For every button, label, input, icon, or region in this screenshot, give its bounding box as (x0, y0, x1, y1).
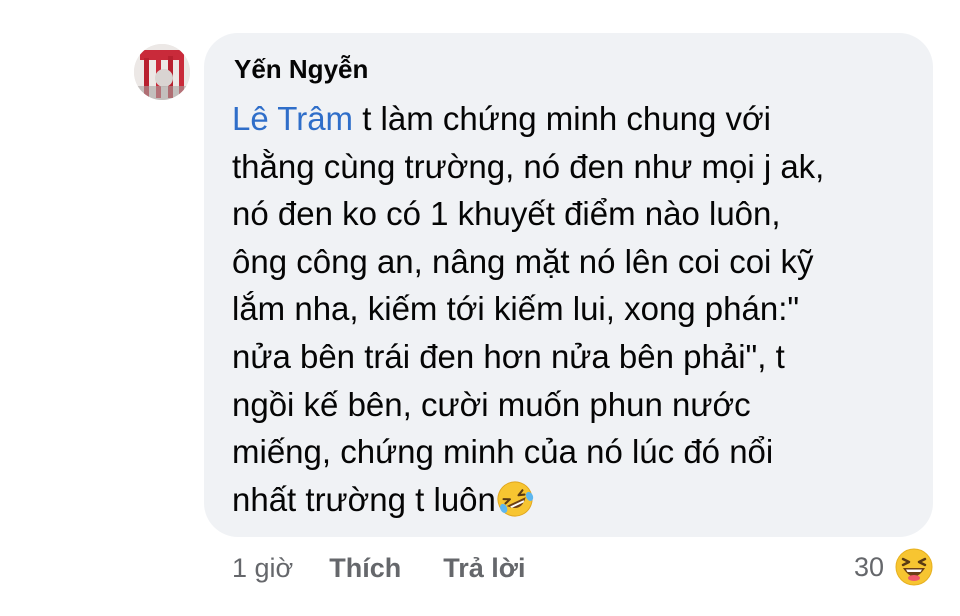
reaction-count: 30 (853, 551, 884, 582)
comment-timestamp[interactable]: 1 giờ (232, 553, 293, 584)
rolling-on-floor-laughing-icon (497, 481, 534, 517)
comment-bubble: Yến Ngyễn Lê Trâm t làm chứng minh chung… (204, 33, 933, 537)
mention-link[interactable]: Lê Trâm (232, 100, 353, 137)
reply-button[interactable]: Trả lời (443, 553, 525, 584)
comment-text: t làm chứng minh chung với thằng cùng tr… (232, 100, 825, 518)
comment-body: Lê Trâm t làm chứng minh chung với thằng… (232, 95, 905, 523)
avatar-image (134, 44, 190, 100)
like-button[interactable]: Thích (329, 553, 401, 584)
author-avatar[interactable] (134, 44, 190, 100)
comment-author-name[interactable]: Yến Ngyễn (234, 53, 905, 85)
comment-actions: 1 giờ Thích Trả lời (232, 548, 567, 588)
haha-reaction-icon (895, 548, 933, 586)
reaction-summary[interactable]: 30 (854, 546, 934, 588)
